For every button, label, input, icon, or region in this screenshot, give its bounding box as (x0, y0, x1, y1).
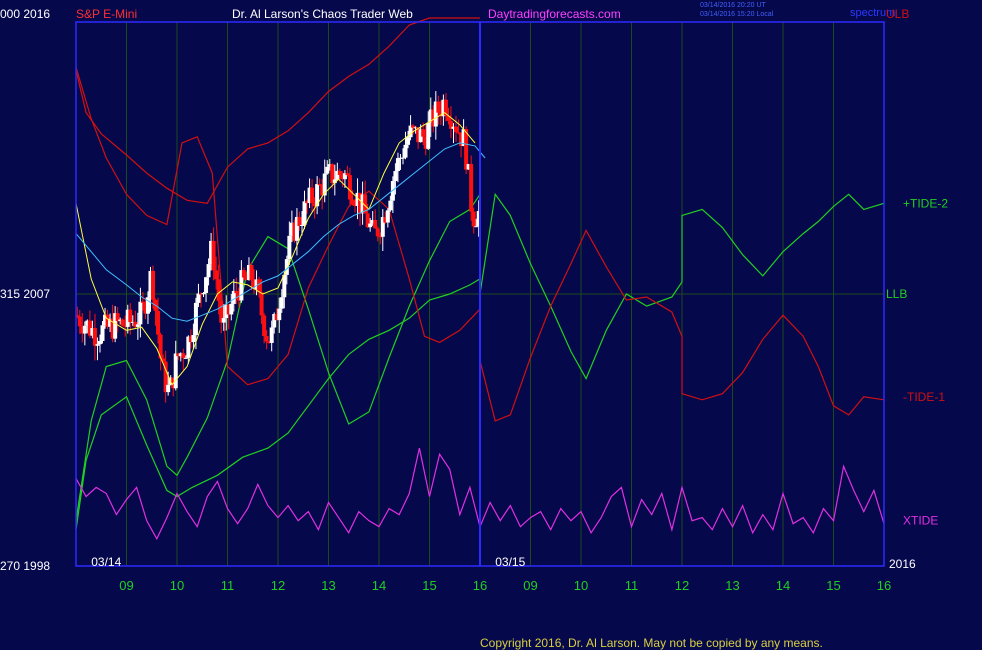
legend-label: XTIDE (903, 514, 938, 528)
candle-body (393, 171, 398, 182)
x-tick-label: 12 (675, 578, 689, 593)
timestamp-ut: 03/14/2016 20:20 UT (700, 2, 766, 9)
candle-body (173, 353, 178, 389)
candle-body (469, 164, 474, 212)
candle-body (100, 325, 105, 341)
candle-body (229, 303, 234, 315)
candle-body (128, 309, 133, 323)
chaos-trader-chart: 000 2016 S&P E-Mini Dr. Al Larson's Chao… (0, 0, 982, 650)
candle-body (385, 210, 390, 223)
candle-body (181, 353, 186, 359)
legend-label: ULB (886, 7, 909, 21)
x-tick-label: 14 (372, 578, 386, 593)
site-title: Daytradingforecasts.com (488, 7, 621, 21)
candle-body (474, 226, 479, 228)
candle-body (221, 318, 226, 323)
candle-body (310, 187, 315, 204)
candle-body (259, 292, 264, 316)
candle-body (95, 344, 100, 346)
candle-body (92, 328, 97, 346)
candle-body (211, 240, 216, 271)
candle-body (464, 129, 469, 170)
legend-label: -TIDE-1 (903, 390, 945, 404)
x-tick-label: 15 (422, 578, 436, 593)
candle-body (279, 297, 284, 309)
x-tick-label: 13 (321, 578, 335, 593)
x-tick-label: 13 (725, 578, 739, 593)
candle-body (269, 327, 274, 343)
copyright-footer: Copyright 2016, Dr. Al Larson. May not b… (480, 636, 823, 650)
x-tick-label: 14 (776, 578, 790, 593)
candle-body (193, 302, 198, 336)
candle-body (214, 270, 219, 280)
candle-body (375, 228, 380, 237)
candle-body (299, 224, 304, 226)
candle-body (368, 223, 373, 228)
x-tick-label: 11 (625, 578, 639, 593)
y-axis-label: 270 1998 (0, 559, 50, 573)
candle-body (204, 277, 209, 294)
candle-body (216, 279, 221, 301)
x-tick-label: 16 (473, 578, 487, 593)
author-title: Dr. Al Larson's Chaos Trader Web (232, 7, 413, 21)
date-label: 03/15 (495, 555, 525, 569)
candle-body (347, 175, 352, 200)
candle-body (97, 340, 102, 345)
x-tick-label: 15 (826, 578, 840, 593)
right-axis-year: 2016 (889, 557, 916, 571)
legend-label: LLB (886, 287, 907, 301)
candle-body (436, 101, 441, 113)
candle-body (120, 319, 125, 326)
symbol-title: S&P E-Mini (76, 7, 137, 21)
candle-body (201, 293, 206, 295)
candle-body (138, 301, 143, 325)
x-tick-label: 10 (170, 578, 184, 593)
candle-body (191, 335, 196, 343)
candle-body (400, 157, 405, 159)
timestamp-local: 03/14/2016 15:20 Local (700, 11, 774, 18)
candle-body (421, 129, 426, 137)
x-tick-label: 12 (271, 578, 285, 593)
corner-left-label: 000 2016 (0, 7, 50, 21)
candle-body (287, 235, 292, 260)
candle-body (135, 324, 140, 327)
candle-body (151, 270, 156, 300)
candle-body (403, 144, 408, 158)
candle-body (302, 201, 307, 225)
candle-body (426, 122, 431, 149)
candle-body (249, 265, 254, 281)
candle-body (454, 126, 459, 133)
date-label: 03/14 (91, 555, 121, 569)
x-tick-label: 09 (119, 578, 133, 593)
candle-body (395, 158, 400, 172)
x-tick-label: 16 (877, 578, 891, 593)
legend-label: +TIDE-2 (903, 196, 948, 210)
candle-body (388, 200, 393, 211)
candle-body (471, 211, 476, 227)
candle-body (82, 325, 87, 334)
candle-body (297, 216, 302, 226)
x-tick-label: 09 (523, 578, 537, 593)
x-tick-label: 10 (574, 578, 588, 593)
candle-body (373, 219, 378, 229)
candle-body (345, 173, 350, 176)
y-axis-label: 315 2007 (0, 287, 50, 301)
candle-body (234, 290, 239, 294)
candle-body (325, 166, 330, 174)
candle-body (337, 170, 342, 175)
candle-body (196, 293, 201, 303)
candle-body (206, 264, 211, 278)
candle-body (262, 315, 267, 337)
candle-body (406, 137, 411, 145)
candle-body (241, 270, 246, 278)
x-tick-label: 11 (221, 578, 235, 593)
candle-body (264, 336, 269, 342)
candle-body (77, 316, 82, 327)
candle-body (350, 199, 355, 204)
candle-body (277, 308, 282, 321)
candle-body (156, 310, 161, 335)
candle-body (166, 384, 171, 393)
candle-body (183, 357, 188, 359)
chart-background (0, 0, 982, 650)
